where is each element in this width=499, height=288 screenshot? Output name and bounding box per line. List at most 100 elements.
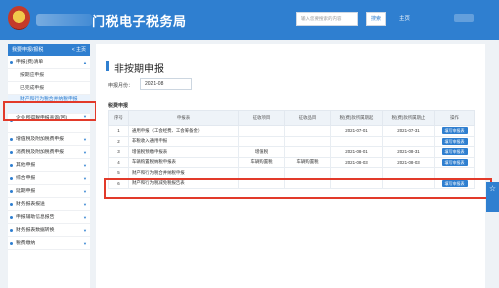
star-float-button[interactable]: ☆: [486, 182, 499, 212]
sidebar-item-deferred-declaration[interactable]: 延期申报 ▼: [8, 185, 90, 198]
column-header: 税(费)款所属期起: [330, 110, 383, 126]
bullet-icon: [10, 215, 13, 219]
chevron-down-icon: ▼: [83, 202, 87, 207]
cell-start: 2021-07-01: [330, 125, 383, 137]
cell-subitem: [284, 125, 331, 137]
sidebar-item-tax-payment[interactable]: 税费缴纳 ▼: [8, 237, 90, 250]
chevron-down-icon: ▼: [83, 137, 87, 142]
sidebar-item-vat[interactable]: 增值税及附加税费申报 ▼: [8, 133, 90, 146]
sidebar-item-financial-statements[interactable]: 财务报表报送 ▼: [8, 198, 90, 211]
title-accent-bar: [106, 61, 109, 71]
table-row: 2 非税收入通用申报 填写申报表: [108, 135, 475, 147]
chevron-down-icon: ▼: [83, 176, 87, 181]
bullet-icon: [10, 60, 13, 64]
column-header: 操作: [434, 110, 475, 126]
highlight-box-row: [104, 178, 492, 199]
cell-no: 4: [108, 156, 129, 168]
chevron-down-icon: ▼: [83, 215, 87, 220]
fill-form-button[interactable]: 填写申报表: [441, 127, 468, 135]
chevron-up-icon: ▲: [83, 60, 87, 65]
cell-end: 2021-08-31: [382, 146, 435, 158]
chevron-down-icon: ▼: [83, 150, 87, 155]
sidebar-title: 我要申报/报税: [12, 47, 44, 53]
cell-item: 车辆购置税: [238, 156, 285, 168]
page-title: 非按期申报: [114, 64, 164, 75]
top-header: 门税电子税务局 输入您要搜索的内容 搜索 主页: [0, 0, 499, 40]
sidebar-item-other-declaration[interactable]: 其他申报 ▼: [8, 159, 90, 172]
cell-subitem: [284, 146, 331, 158]
table-row: 5 财产和行为税合并纳税申报: [108, 167, 475, 179]
bullet-icon: [10, 202, 13, 206]
cell-start: 2021-08-01: [330, 146, 383, 158]
cell-no: 1: [108, 125, 129, 137]
sidebar-item-periodic-declaration[interactable]: 按期应申报: [8, 69, 90, 82]
home-link[interactable]: 主页: [399, 14, 410, 22]
chevron-down-icon: ▼: [83, 189, 87, 194]
cell-no: 5: [108, 167, 129, 179]
cell-form: 财产和行为税合并纳税申报: [128, 167, 239, 179]
bullet-icon: [10, 176, 13, 180]
national-emblem-icon: [8, 6, 30, 30]
cell-op: 填写申报表: [434, 125, 475, 137]
column-header: 序号: [108, 110, 129, 126]
cell-subitem: [284, 135, 331, 147]
cell-item: [238, 167, 285, 179]
fill-form-button[interactable]: 填写申报表: [441, 137, 468, 145]
table-header-row: 序号 申报表 征收项目 征收品目 税(费)款所属期起 税(费)款所属期止 操作: [108, 110, 475, 126]
cell-form: 增值税预缴申报表: [128, 146, 239, 158]
cell-subitem: [284, 167, 331, 179]
cell-op: 填写申报表: [434, 156, 475, 168]
site-title: 门税电子税务局: [92, 14, 187, 29]
sidebar-item-data-conversion[interactable]: 财务报表数据转换 ▼: [8, 224, 90, 237]
sidebar-header: 我要申报/报税 < 主页: [8, 44, 90, 56]
user-avatar[interactable]: [454, 14, 474, 22]
cell-no: 2: [108, 135, 129, 147]
period-label: 申报月份：: [108, 83, 134, 89]
bullet-icon: [10, 163, 13, 167]
cell-form: 非税收入通用申报: [128, 135, 239, 147]
cell-end: 2021-08-03: [382, 156, 435, 168]
sidebar-item-completed-declaration[interactable]: 已完成申报: [8, 82, 90, 95]
highlight-box-sidebar: [3, 101, 97, 121]
sidebar: 我要申报/报税 < 主页 申报(费)清单 ▲ 按期应申报 已完成申报 财产和行为税…: [8, 44, 90, 288]
cell-op: 填写申报表: [434, 135, 475, 147]
sidebar-item-consumption-tax[interactable]: 消费税及附加税费申报 ▼: [8, 146, 90, 159]
bullet-icon: [10, 189, 13, 193]
main-panel: 非按期申报 申报月份： 2021-08 税费申报 序号 申报表 征收项目 征收品…: [96, 44, 485, 288]
section-label: 税费申报: [108, 103, 129, 109]
column-header: 征收项目: [238, 110, 285, 126]
search-input[interactable]: 输入您要搜索的内容: [296, 12, 358, 26]
bullet-icon: [10, 228, 13, 232]
cell-subitem: 车辆购置税: [284, 156, 331, 168]
column-header: 税(费)款所属期止: [382, 110, 435, 126]
cell-item: [238, 125, 285, 137]
cell-no: 3: [108, 146, 129, 158]
cell-op: [434, 167, 475, 179]
bullet-icon: [10, 137, 13, 141]
period-input[interactable]: 2021-08: [140, 78, 192, 90]
cell-start: [330, 135, 383, 147]
cell-op: 填写申报表: [434, 146, 475, 158]
table-row: 1 通用申报（工会经费、工会筹备金） 2021-07-01 2021-07-31…: [108, 125, 475, 137]
sidebar-home-link[interactable]: < 主页: [72, 44, 86, 56]
sidebar-item-comprehensive-declaration[interactable]: 综合申报 ▼: [8, 172, 90, 185]
table-row: 3 增值税预缴申报表 增值税 2021-08-01 2021-08-31 填写申…: [108, 146, 475, 158]
blurred-region: [36, 14, 92, 26]
cell-form: 车辆购置税纳税申报表: [128, 156, 239, 168]
column-header: 征收品目: [284, 110, 331, 126]
search-button[interactable]: 搜索: [366, 12, 386, 26]
fill-form-button[interactable]: 填写申报表: [441, 148, 468, 156]
cell-item: [238, 135, 285, 147]
cell-end: 2021-07-31: [382, 125, 435, 137]
cell-form: 通用申报（工会经费、工会筹备金）: [128, 125, 239, 137]
cell-end: [382, 167, 435, 179]
cell-item: 增值税: [238, 146, 285, 158]
sidebar-item-declaration-list[interactable]: 申报(费)清单 ▲: [8, 56, 90, 69]
column-header: 申报表: [128, 110, 239, 126]
cell-start: 2021-08-03: [330, 156, 383, 168]
table-row: 4 车辆购置税纳税申报表 车辆购置税 车辆购置税 2021-08-03 2021…: [108, 156, 475, 168]
bullet-icon: [10, 150, 13, 154]
fill-form-button[interactable]: 填写申报表: [441, 158, 468, 166]
sidebar-item-auxiliary-info[interactable]: 申报辅助信息报告 ▼: [8, 211, 90, 224]
cell-start: [330, 167, 383, 179]
